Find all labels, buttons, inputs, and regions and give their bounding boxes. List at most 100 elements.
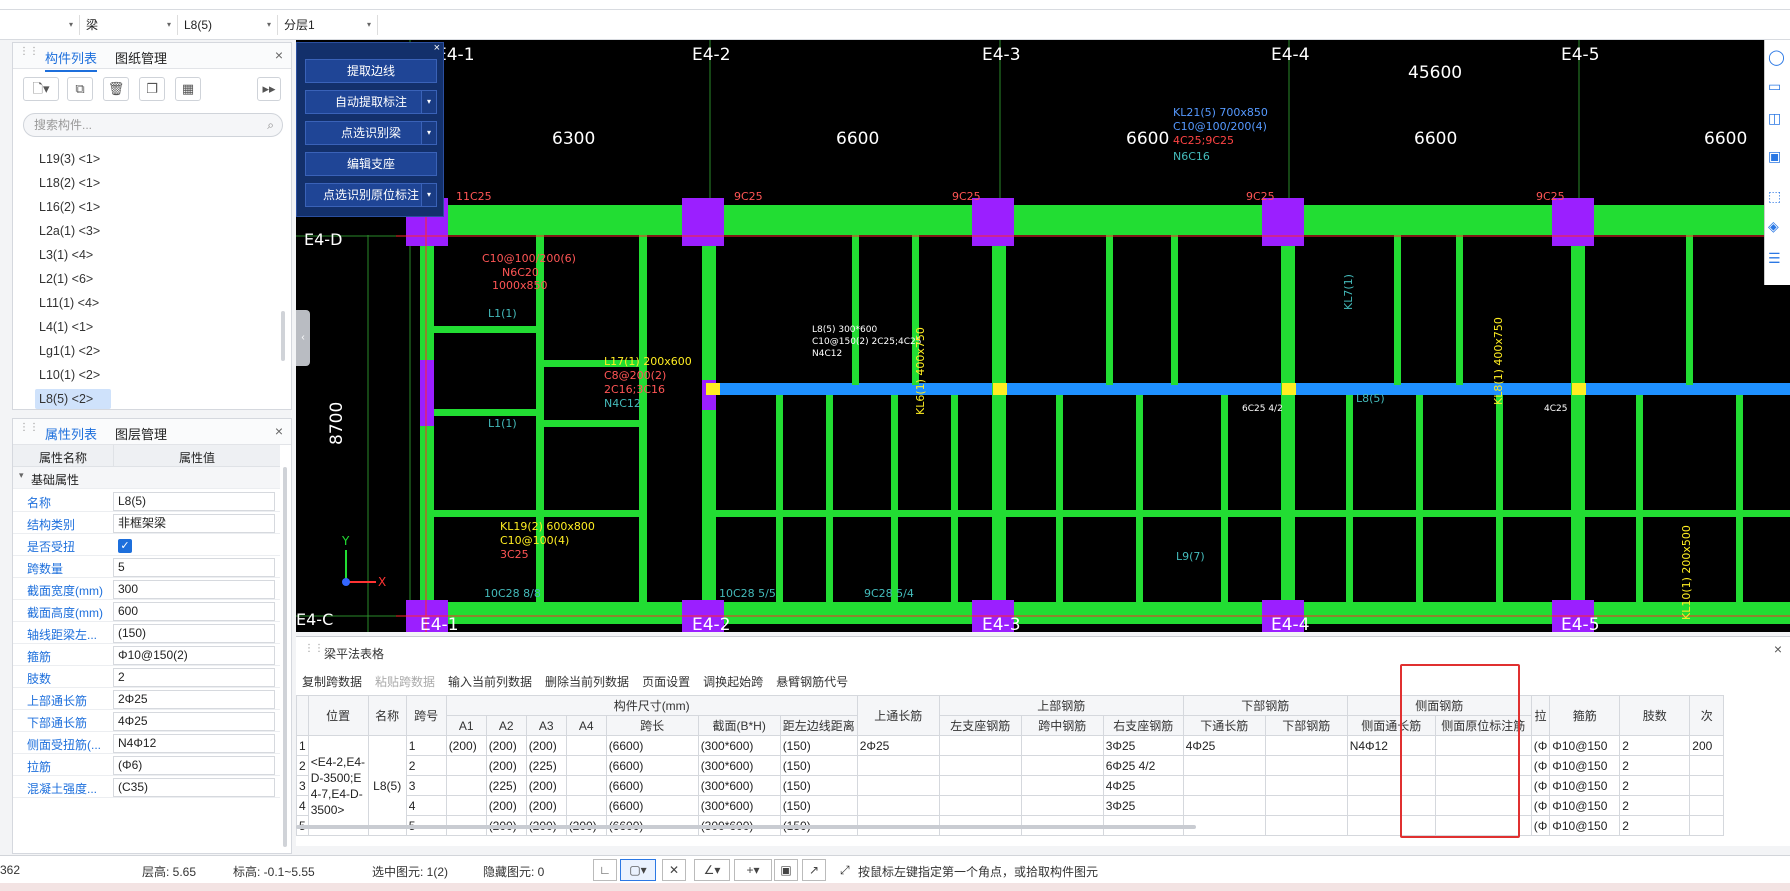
- collapse-icon[interactable]: ▾: [19, 470, 24, 481]
- cell-a2[interactable]: (225): [485, 775, 527, 796]
- cell-legs[interactable]: 2: [1619, 775, 1691, 796]
- component-list-item[interactable]: L18(2) <1>: [35, 173, 100, 193]
- close-icon[interactable]: ×: [275, 47, 283, 63]
- orbit-icon[interactable]: ◯: [1768, 48, 1785, 66]
- cell-ci[interactable]: 200: [1689, 735, 1725, 756]
- property-row[interactable]: 截面宽度(mm) 300: [13, 578, 280, 600]
- property-row[interactable]: 轴线距梁左... (150): [13, 622, 280, 644]
- torsion-checkbox[interactable]: ✓: [118, 539, 132, 553]
- property-value-field[interactable]: N4Φ12: [113, 734, 275, 753]
- cell-dist[interactable]: (150): [779, 775, 858, 796]
- property-row[interactable]: 结构类别 非框架梁: [13, 512, 280, 534]
- property-value-field[interactable]: 2: [113, 668, 275, 687]
- cell-left[interactable]: [938, 775, 1022, 796]
- property-row[interactable]: 名称 L8(5): [13, 490, 280, 512]
- layer-icon[interactable]: ◈: [1768, 218, 1779, 235]
- tab-component-list[interactable]: 构件列表: [45, 48, 98, 72]
- cell-len[interactable]: (6600): [605, 775, 699, 796]
- cell-mid[interactable]: [1020, 735, 1104, 756]
- cross-select-icon[interactable]: ✕: [662, 859, 686, 881]
- component-list-item[interactable]: L2(1) <6>: [35, 269, 93, 289]
- cell-dist[interactable]: (150): [779, 795, 858, 816]
- swap-start-span-button[interactable]: 调换起始跨: [703, 675, 763, 689]
- property-value-field[interactable]: 5: [113, 558, 275, 577]
- cell-span[interactable]: 1: [405, 735, 447, 756]
- ortho-icon[interactable]: ∟: [593, 859, 617, 881]
- cell-legs[interactable]: 2: [1619, 755, 1691, 776]
- cell-a3[interactable]: (200): [525, 795, 567, 816]
- property-row[interactable]: 截面高度(mm) 600: [13, 600, 280, 622]
- cell-bot-through[interactable]: [1182, 775, 1266, 796]
- property-scrollbar[interactable]: [283, 467, 287, 847]
- cell-top[interactable]: [856, 755, 940, 776]
- property-value-field[interactable]: 4Φ25: [113, 712, 275, 731]
- cube-icon[interactable]: ◫: [1768, 110, 1781, 127]
- drag-grip-icon[interactable]: ⋮⋮: [19, 423, 39, 439]
- property-row[interactable]: 肢数 2: [13, 666, 280, 688]
- property-row[interactable]: 跨数量 5: [13, 556, 280, 578]
- cell-stirrup[interactable]: Φ10@150: [1549, 735, 1621, 756]
- cell-len[interactable]: (6600): [605, 755, 699, 776]
- cell-span[interactable]: 2: [405, 755, 447, 776]
- cell-dist[interactable]: (150): [779, 755, 858, 776]
- property-value-field[interactable]: L8(5): [113, 492, 275, 511]
- layer-toggle-icon[interactable]: ▣: [774, 859, 798, 881]
- cell-a3[interactable]: (200): [525, 735, 567, 756]
- component-list-item[interactable]: Lg1(1) <2>: [35, 341, 100, 361]
- cell-len[interactable]: (6600): [605, 735, 699, 756]
- cell-mid[interactable]: [1020, 775, 1104, 796]
- pick-identify-beam-button[interactable]: 点选识别梁 ▾: [305, 121, 437, 145]
- box-view-icon[interactable]: ▣: [1768, 148, 1781, 165]
- cell-sec[interactable]: (300*600): [697, 795, 781, 816]
- position-cell[interactable]: <E4-2,E4-D-3500;E4-7,E4-D-3500>: [307, 735, 369, 836]
- cell-left[interactable]: [938, 755, 1022, 776]
- arc-icon[interactable]: ↗: [802, 859, 826, 881]
- cantilever-code-button[interactable]: 悬臂钢筋代号: [776, 675, 848, 689]
- name-select[interactable]: L8(5) ▾: [178, 15, 278, 35]
- dropdown-arrow-icon[interactable]: ▾: [421, 121, 437, 145]
- component-list-item[interactable]: L19(3) <1>: [35, 149, 100, 169]
- cell-span[interactable]: 4: [405, 795, 447, 816]
- property-value-field[interactable]: (Φ6): [113, 756, 275, 775]
- category-select[interactable]: ▾: [0, 15, 80, 35]
- component-list-item[interactable]: L10(1) <2>: [35, 365, 100, 385]
- drag-grip-icon[interactable]: ⋮⋮: [19, 47, 39, 63]
- cell-mid[interactable]: [1020, 795, 1104, 816]
- duplicate-icon[interactable]: ❐: [139, 77, 165, 101]
- property-group-row[interactable]: ▾ 基础属性: [13, 467, 280, 489]
- cell-a1[interactable]: [445, 775, 487, 796]
- cell-la[interactable]: (Φ: [1530, 795, 1551, 816]
- cell-len[interactable]: (6600): [605, 795, 699, 816]
- cell-left[interactable]: [938, 735, 1022, 756]
- cell-la[interactable]: (Φ: [1530, 775, 1551, 796]
- delete-icon[interactable]: 🗑: [103, 77, 129, 101]
- copy-icon[interactable]: ⧉: [67, 77, 93, 101]
- cell-bot[interactable]: [1264, 815, 1348, 836]
- cell-a1[interactable]: [445, 795, 487, 816]
- cell-bot[interactable]: [1264, 735, 1348, 756]
- property-row[interactable]: 拉筋 (Φ6): [13, 754, 280, 776]
- dropdown-arrow-icon[interactable]: ▾: [421, 183, 437, 207]
- delete-column-data-button[interactable]: 删除当前列数据: [545, 675, 629, 689]
- close-icon[interactable]: ×: [434, 42, 440, 54]
- more-icon[interactable]: ▸▸: [257, 77, 281, 101]
- close-icon[interactable]: ×: [1774, 641, 1782, 657]
- cell-a3[interactable]: (200): [525, 775, 567, 796]
- cell-a2[interactable]: (200): [485, 755, 527, 776]
- cell-legs[interactable]: 2: [1619, 735, 1691, 756]
- cell-top[interactable]: 2Φ25: [856, 735, 940, 756]
- angle-icon[interactable]: ∠▾: [694, 859, 730, 881]
- cell-bot-through[interactable]: [1182, 755, 1266, 776]
- cell-right[interactable]: 4Φ25: [1102, 775, 1184, 796]
- cell-ci[interactable]: [1689, 795, 1725, 816]
- property-row[interactable]: 下部通长筋 4Φ25: [13, 710, 280, 732]
- property-value-field[interactable]: (150): [113, 624, 275, 643]
- component-list-item[interactable]: L8(5) <2>: [35, 389, 111, 409]
- drag-grip-icon[interactable]: ⋮⋮: [304, 643, 324, 654]
- cell-a4[interactable]: [565, 775, 607, 796]
- cell-sec[interactable]: (300*600): [697, 735, 781, 756]
- cell-right[interactable]: 3Φ25: [1102, 735, 1184, 756]
- component-list-item[interactable]: L2a(1) <3>: [35, 221, 100, 241]
- component-list-item[interactable]: L3(1) <4>: [35, 245, 93, 265]
- cell-span[interactable]: 3: [405, 775, 447, 796]
